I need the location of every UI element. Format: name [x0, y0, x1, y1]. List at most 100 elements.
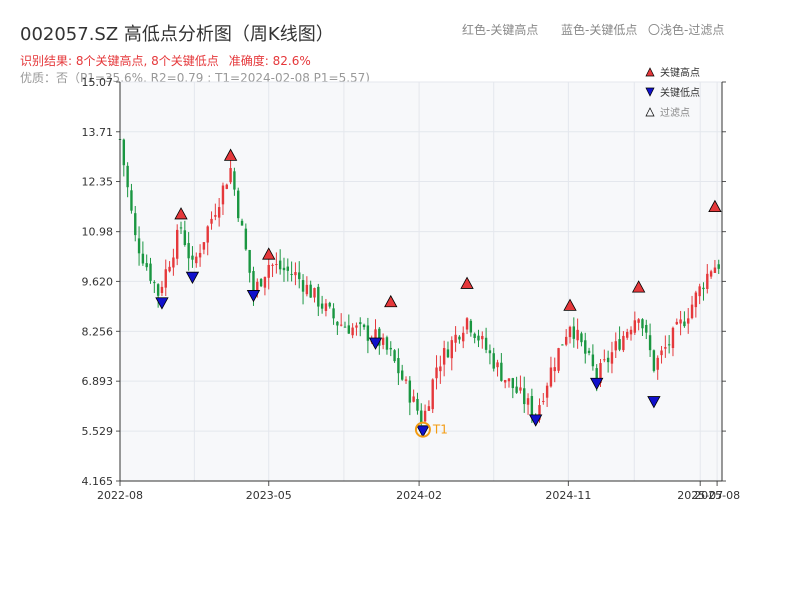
candle-body	[523, 388, 526, 405]
candle-body	[427, 406, 431, 411]
candle-body	[484, 337, 488, 350]
candle-body	[206, 226, 209, 243]
candle-body	[435, 367, 438, 379]
candle-body	[679, 319, 682, 324]
candle-body	[130, 190, 133, 211]
candle-body	[580, 333, 583, 343]
candle-body	[343, 326, 347, 328]
candle-body	[446, 349, 450, 358]
candle-body	[286, 266, 289, 271]
candle-body	[290, 273, 293, 275]
candle-body	[591, 354, 595, 367]
candle-body	[381, 337, 385, 345]
candle-body	[614, 341, 617, 351]
y-tick-label: 13.71	[82, 126, 114, 139]
candle-body	[351, 327, 354, 336]
candle-body	[572, 326, 576, 339]
legend-label: 关键高点	[660, 66, 700, 79]
candle-body	[401, 370, 404, 380]
candle-body	[267, 264, 270, 278]
candle-body	[503, 379, 507, 383]
candle-body	[362, 324, 366, 328]
candle-body	[568, 326, 572, 338]
candle-body	[626, 331, 629, 338]
candle-body	[225, 184, 228, 189]
candle-body	[149, 263, 152, 281]
candle-body	[465, 318, 469, 330]
candle-body	[275, 264, 278, 266]
y-tick-label: 10.98	[82, 226, 114, 239]
candle-body	[439, 366, 442, 372]
candle-body	[393, 350, 396, 362]
candle-body	[690, 304, 694, 319]
candle-body	[610, 352, 614, 364]
x-tick-label: 2023-05	[246, 489, 292, 502]
candle-body	[233, 171, 236, 190]
candle-body	[698, 286, 701, 297]
candle-body	[229, 168, 232, 183]
candle-body	[332, 308, 335, 319]
candle-body	[191, 255, 194, 260]
candle-body	[664, 347, 667, 349]
candle-body	[561, 344, 564, 346]
candle-body	[553, 367, 556, 372]
candle-body	[198, 252, 202, 258]
candle-body	[259, 279, 263, 287]
candle-body	[675, 321, 678, 325]
candle-body	[164, 269, 167, 288]
candle-body	[156, 284, 160, 296]
candle-body	[519, 387, 522, 391]
candle-body	[656, 357, 659, 370]
candle-body	[244, 228, 248, 250]
candle-body	[336, 321, 339, 326]
candle-body	[412, 396, 415, 402]
candle-body	[214, 215, 217, 217]
candle-body	[195, 256, 198, 264]
candle-body	[500, 362, 503, 381]
candle-body	[442, 348, 446, 365]
candle-body	[618, 339, 621, 350]
candle-body	[324, 303, 328, 312]
candle-body	[629, 329, 633, 335]
candle-body	[717, 264, 720, 269]
candle-body	[652, 350, 656, 371]
candle-body	[530, 396, 534, 416]
candle-body	[176, 229, 179, 259]
candle-body	[355, 325, 358, 328]
candle-body	[713, 267, 717, 273]
candle-body	[648, 335, 652, 351]
candle-body	[134, 213, 137, 236]
candle-body	[469, 320, 473, 333]
candle-body	[301, 280, 305, 292]
candle-body	[237, 190, 240, 219]
candle-body	[549, 367, 553, 387]
candle-body	[423, 410, 427, 422]
candle-body	[278, 260, 282, 270]
candle-body	[622, 335, 625, 351]
legend-label: 关键低点	[660, 86, 700, 99]
candle-body	[389, 347, 392, 350]
legend-label: 过滤点	[660, 106, 690, 119]
candle-body	[137, 238, 141, 254]
candle-body	[294, 272, 297, 276]
candle-body	[683, 321, 686, 327]
y-tick-label: 12.35	[82, 176, 114, 189]
candle-body	[515, 386, 518, 393]
candle-body	[153, 282, 156, 284]
candle-body	[145, 263, 148, 268]
candle-body	[637, 319, 640, 323]
candle-body	[526, 398, 530, 405]
x-tick-label: 2024-02	[396, 489, 442, 502]
candle-body	[397, 358, 400, 374]
candle-body	[126, 165, 129, 188]
candle-body	[542, 400, 545, 402]
candle-body	[141, 253, 145, 264]
candle-body	[667, 344, 671, 346]
candle-body	[458, 336, 461, 340]
candle-body	[122, 139, 126, 166]
candle-body	[481, 335, 484, 340]
candle-body	[309, 284, 312, 298]
candle-body	[492, 353, 495, 369]
candle-body	[488, 350, 492, 354]
candle-body	[263, 276, 267, 288]
